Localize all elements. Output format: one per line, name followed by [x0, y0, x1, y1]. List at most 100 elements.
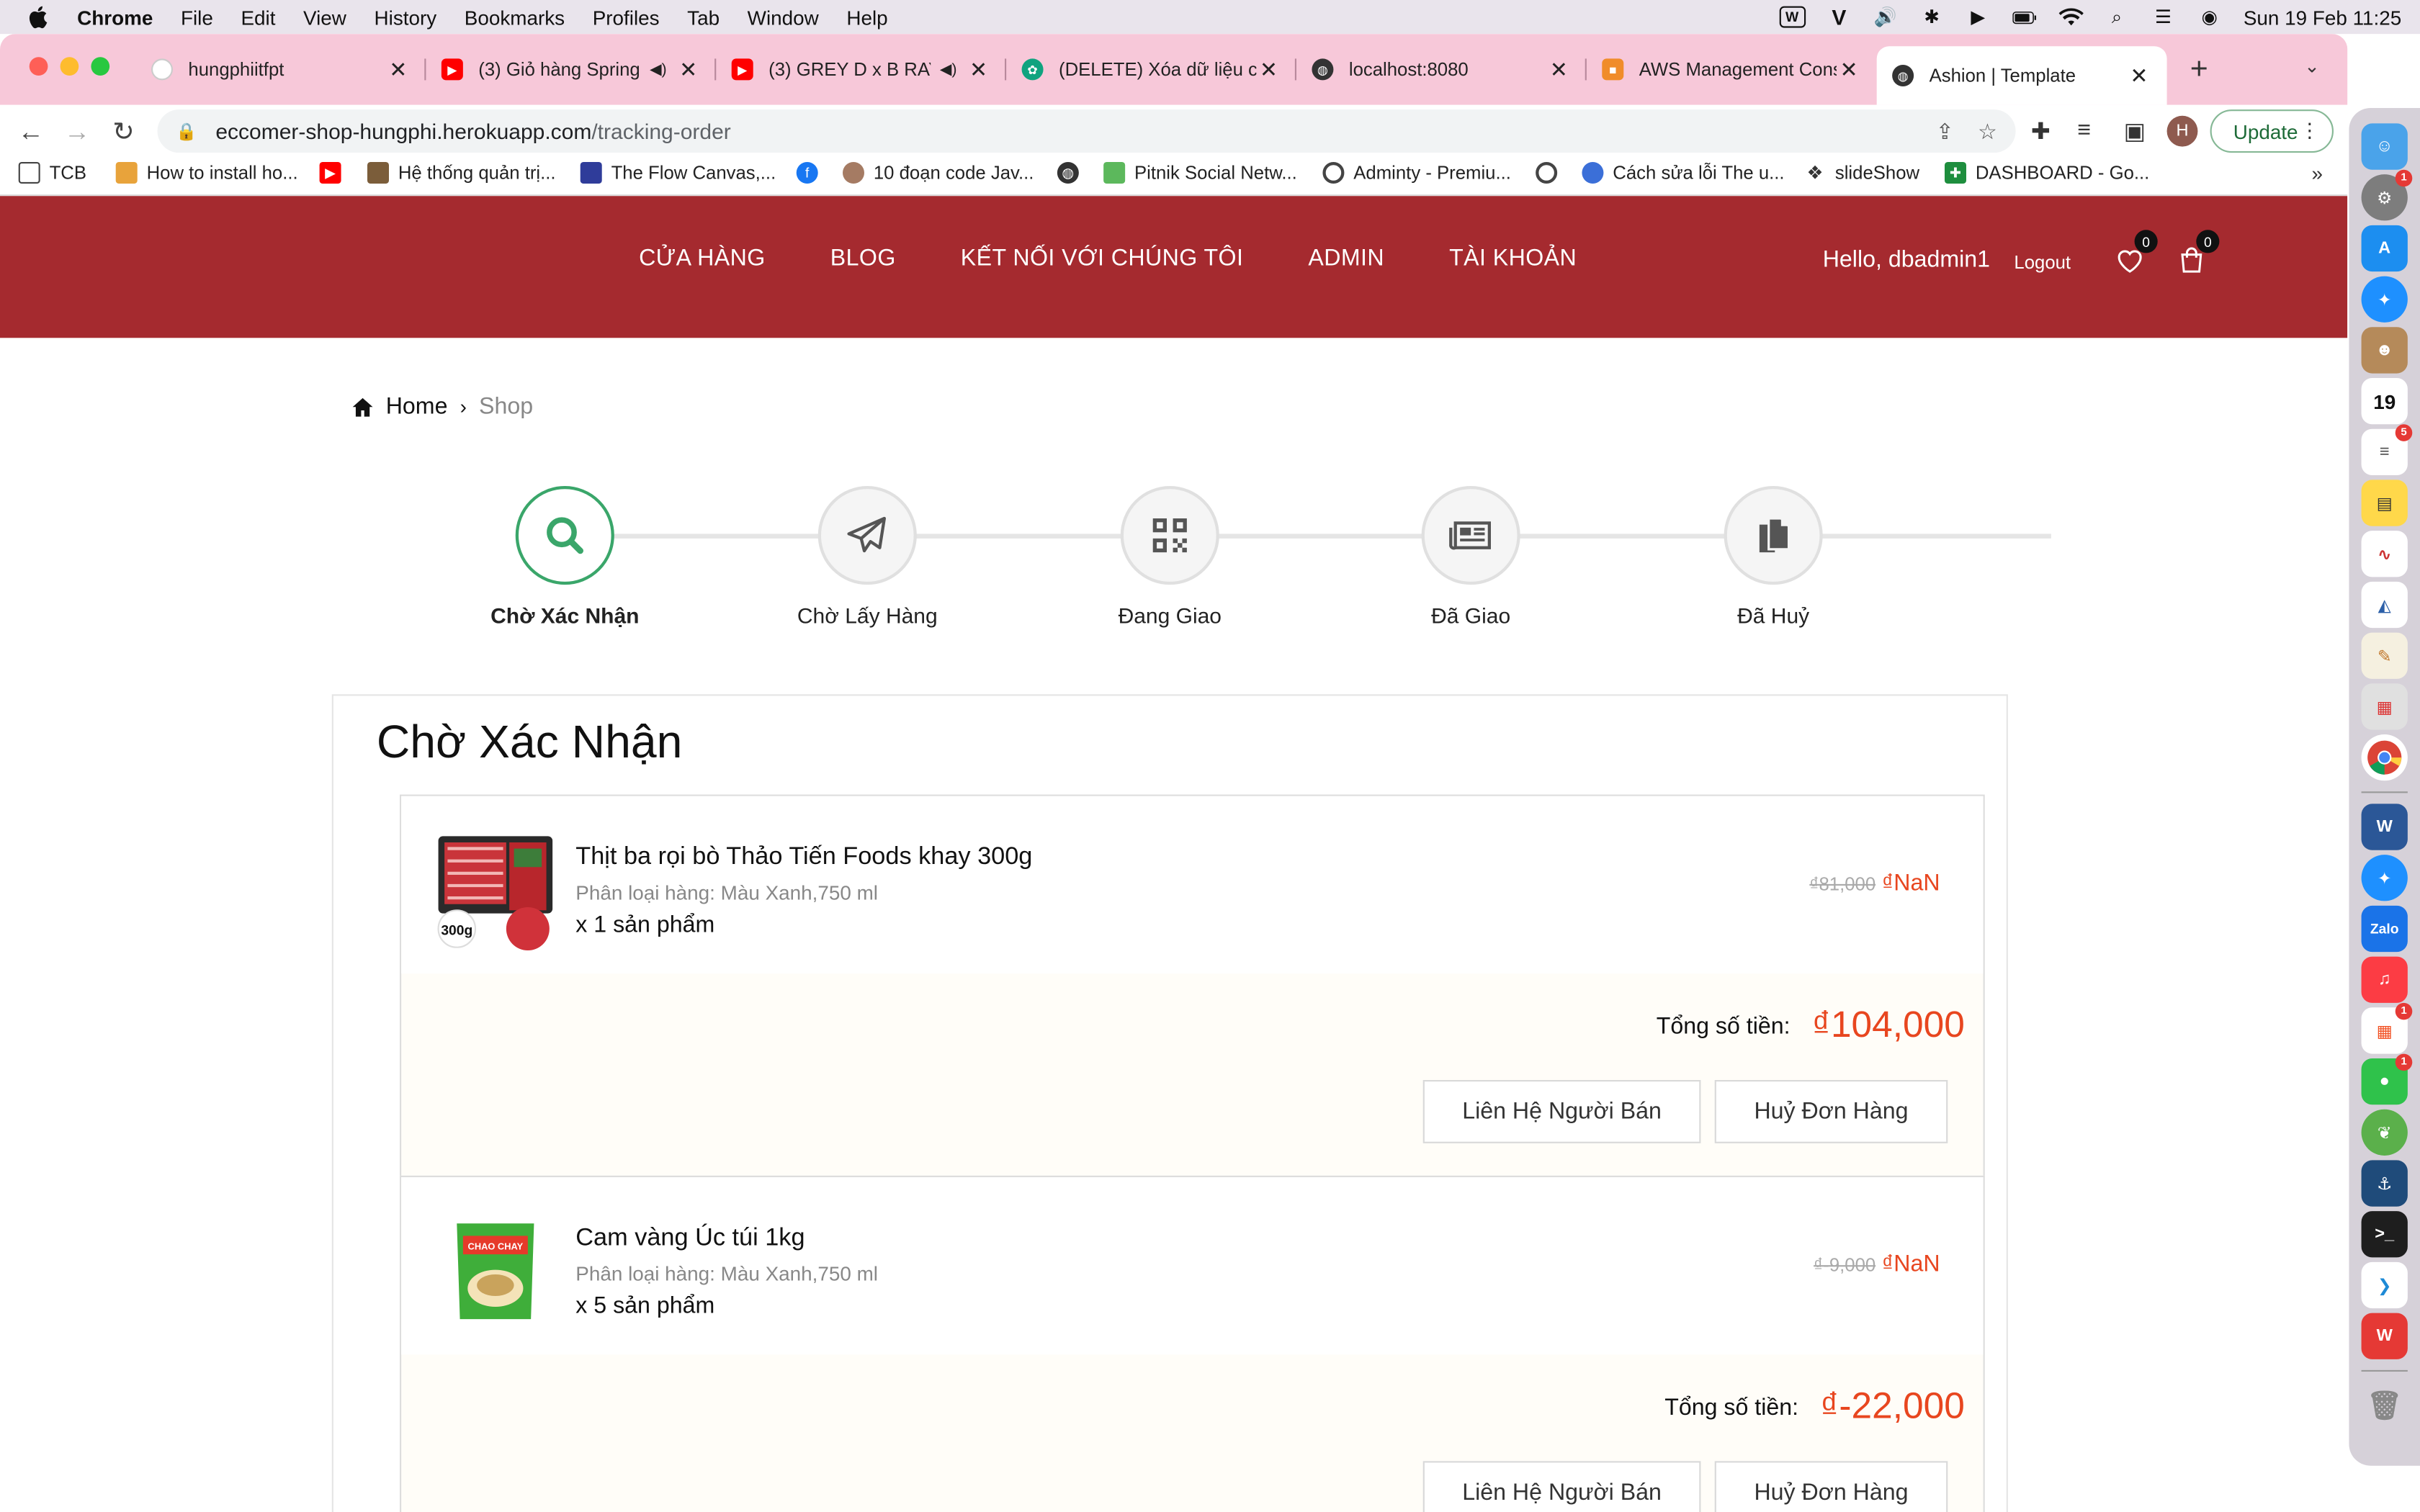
cancel-order-button[interactable]: Huỷ Đơn Hàng — [1714, 1080, 1948, 1143]
wps-office-icon[interactable]: W — [2361, 1313, 2408, 1359]
tab-youtube-2[interactable]: ▶ (3) GREY D x B RAY ◀) ✕ — [716, 46, 1007, 92]
bookmark-slideshow[interactable]: ❖ slideShow — [1804, 162, 1919, 184]
nav-contact[interactable]: KẾT NỐI VỚI CHÚNG TÔI — [961, 246, 1244, 271]
vscode-icon[interactable]: ❯ — [2361, 1261, 2408, 1309]
bookmark-pitnik[interactable]: Pitnik Social Netw... — [1103, 162, 1297, 184]
bluetooth-icon[interactable]: ✱ — [1919, 6, 1944, 28]
menubar-clock[interactable]: Sun 19 Feb 11:25 — [2244, 6, 2401, 29]
menu-bookmarks[interactable]: Bookmarks — [450, 6, 578, 29]
bookmark-circle[interactable] — [1536, 162, 1567, 184]
bookmarks-overflow-icon[interactable]: » — [2311, 162, 2323, 185]
bookmark-youtube[interactable]: ▶ — [319, 162, 351, 184]
spotlight-search-icon[interactable]: ⌕ — [2105, 6, 2129, 28]
speaker-icon[interactable]: ◀) — [650, 61, 667, 78]
menu-window[interactable]: Window — [733, 6, 833, 29]
terminal-icon[interactable]: >_ — [2361, 1211, 2408, 1258]
menu-history[interactable]: History — [360, 6, 450, 29]
tab-aws[interactable]: ■ AWS Management Cons ✕ — [1587, 46, 1877, 92]
close-tab-icon[interactable]: ✕ — [966, 56, 990, 82]
safari-icon[interactable]: ✦ — [2361, 855, 2408, 901]
product-thumbnail-beef[interactable]: 300g — [435, 833, 555, 953]
volume-icon[interactable]: 🔊 — [1873, 6, 1898, 28]
wps-icon[interactable]: W — [1778, 6, 1806, 28]
tab-localhost[interactable]: ◍ localhost:8080 ✕ — [1296, 46, 1587, 92]
finder-icon[interactable]: ☺ — [2361, 123, 2408, 170]
launchpad-icon[interactable]: ▦ — [2361, 683, 2408, 730]
close-tab-icon[interactable]: ✕ — [1837, 56, 1861, 82]
step-pending-confirmation[interactable]: Chờ Xác Nhận — [457, 486, 673, 628]
update-button[interactable]: Update ⋮ — [2210, 109, 2334, 153]
bookmark-tcb[interactable]: TCB — [18, 162, 86, 184]
close-tab-icon[interactable]: ✕ — [1256, 56, 1281, 82]
music-icon[interactable]: ♫ — [2361, 956, 2408, 1003]
bookmark-facebook[interactable]: f — [796, 162, 828, 184]
battery-icon[interactable] — [2012, 6, 2036, 28]
bookmark-globe[interactable]: ◍ — [1057, 162, 1088, 184]
siri-icon[interactable]: ◉ — [2197, 6, 2222, 28]
app-store-icon[interactable]: A — [2361, 225, 2408, 272]
vpn-icon[interactable]: V — [1827, 4, 1851, 29]
contact-seller-button[interactable]: Liên Hệ Người Bán — [1422, 1461, 1701, 1512]
nav-account[interactable]: TÀI KHOẢN — [1449, 246, 1577, 271]
close-window-button[interactable] — [29, 57, 48, 76]
menu-profiles[interactable]: Profiles — [578, 6, 673, 29]
step-delivered[interactable]: Đã Giao — [1363, 486, 1579, 628]
step-shipping[interactable]: Đang Giao — [1062, 486, 1278, 628]
apple-icon[interactable] — [0, 4, 74, 29]
logout-link[interactable]: Logout — [2014, 251, 2071, 273]
safari-icon[interactable]: ✦ — [2361, 276, 2408, 323]
trash-icon[interactable]: 🗑 — [2362, 1382, 2408, 1428]
profile-avatar[interactable]: H — [2166, 115, 2198, 147]
product-name[interactable]: Cam vàng Úc túi 1kg — [575, 1225, 805, 1253]
back-arrow-icon[interactable]: ← — [15, 117, 46, 148]
tab-ashion-active[interactable]: ◍ Ashion | Template ✕ — [1876, 46, 2167, 105]
menu-help[interactable]: Help — [833, 6, 902, 29]
side-panel-icon[interactable]: ▣ — [2124, 117, 2146, 145]
bookmark-install[interactable]: How to install ho... — [115, 162, 298, 184]
step-awaiting-pickup[interactable]: Chờ Lấy Hàng — [759, 486, 975, 628]
bookmark-flow-canvas[interactable]: The Flow Canvas,... — [580, 162, 776, 184]
product-thumbnail-orange[interactable]: CHAO CHAY — [435, 1214, 555, 1334]
forward-arrow-icon[interactable]: → — [62, 117, 93, 148]
new-tab-button[interactable]: + — [2190, 53, 2208, 88]
mysql-workbench-icon[interactable]: ◭ — [2361, 581, 2408, 629]
nav-admin[interactable]: ADMIN — [1308, 246, 1384, 271]
tab-youtube-1[interactable]: ▶ (3) Giỏ hàng Spring ◀) ✕ — [426, 46, 717, 92]
nav-shop[interactable]: CỬA HÀNG — [639, 246, 766, 271]
menu-file[interactable]: File — [167, 6, 227, 29]
tab-github[interactable]: hungphiitfpt ✕ — [136, 46, 426, 92]
media-queue-icon[interactable]: ≡ — [2077, 117, 2091, 143]
notes-icon[interactable]: ▤ — [2361, 480, 2408, 526]
menu-edit[interactable]: Edit — [227, 6, 290, 29]
contacts-icon[interactable]: ☻ — [2361, 327, 2408, 374]
menu-tab[interactable]: Tab — [673, 6, 734, 29]
close-tab-icon[interactable]: ✕ — [386, 56, 411, 82]
bookmark-dashboard[interactable]: ✚ DASHBOARD - Go... — [1945, 162, 2149, 184]
minimize-window-button[interactable] — [60, 57, 79, 76]
mysql-icon[interactable]: ⚓ — [2361, 1160, 2408, 1207]
nav-blog[interactable]: BLOG — [830, 246, 896, 271]
wifi-icon[interactable] — [2058, 6, 2083, 28]
bookmark-star-icon[interactable]: ☆ — [1978, 119, 1997, 145]
bookmark-he-thong[interactable]: Hệ thống quản trị... — [367, 162, 556, 184]
chrome-icon[interactable] — [2361, 734, 2408, 781]
word-icon[interactable]: W — [2361, 804, 2408, 850]
calendar-icon[interactable]: 19 — [2361, 378, 2408, 425]
control-center-icon[interactable]: ☰ — [2151, 6, 2175, 28]
breadcrumb-home-link[interactable]: Home — [386, 393, 448, 419]
spring-tool-icon[interactable]: ❦ — [2361, 1109, 2408, 1156]
messages-icon[interactable]: ● 1 — [2361, 1053, 2413, 1105]
product-name[interactable]: Thịt ba rọi bò Thảo Tiến Foods khay 300g — [575, 844, 1032, 872]
close-tab-icon[interactable]: ✕ — [2127, 63, 2151, 89]
address-bar[interactable]: 🔒 eccomer-shop-hungphi.herokuapp.com/tra… — [157, 109, 2016, 153]
contact-seller-button[interactable]: Liên Hệ Người Bán — [1422, 1080, 1701, 1143]
bookmark-code-java[interactable]: 10 đoạn code Jav... — [843, 162, 1034, 184]
freeform-icon[interactable]: ∿ — [2361, 531, 2408, 577]
reload-icon[interactable]: ↻ — [108, 117, 139, 148]
bookmark-adminty[interactable]: Adminty - Premiu... — [1322, 162, 1511, 184]
tab-chatgpt[interactable]: ✿ (DELETE) Xóa dữ liệu củ ✕ — [1006, 46, 1296, 92]
system-settings-icon[interactable]: ⚙ 1 — [2361, 169, 2413, 221]
microsoft-icon[interactable]: ▦ 1 — [2361, 1002, 2413, 1054]
cancel-order-button[interactable]: Huỷ Đơn Hàng — [1714, 1461, 1948, 1512]
reminders-icon[interactable]: ≡ 5 — [2361, 424, 2413, 475]
